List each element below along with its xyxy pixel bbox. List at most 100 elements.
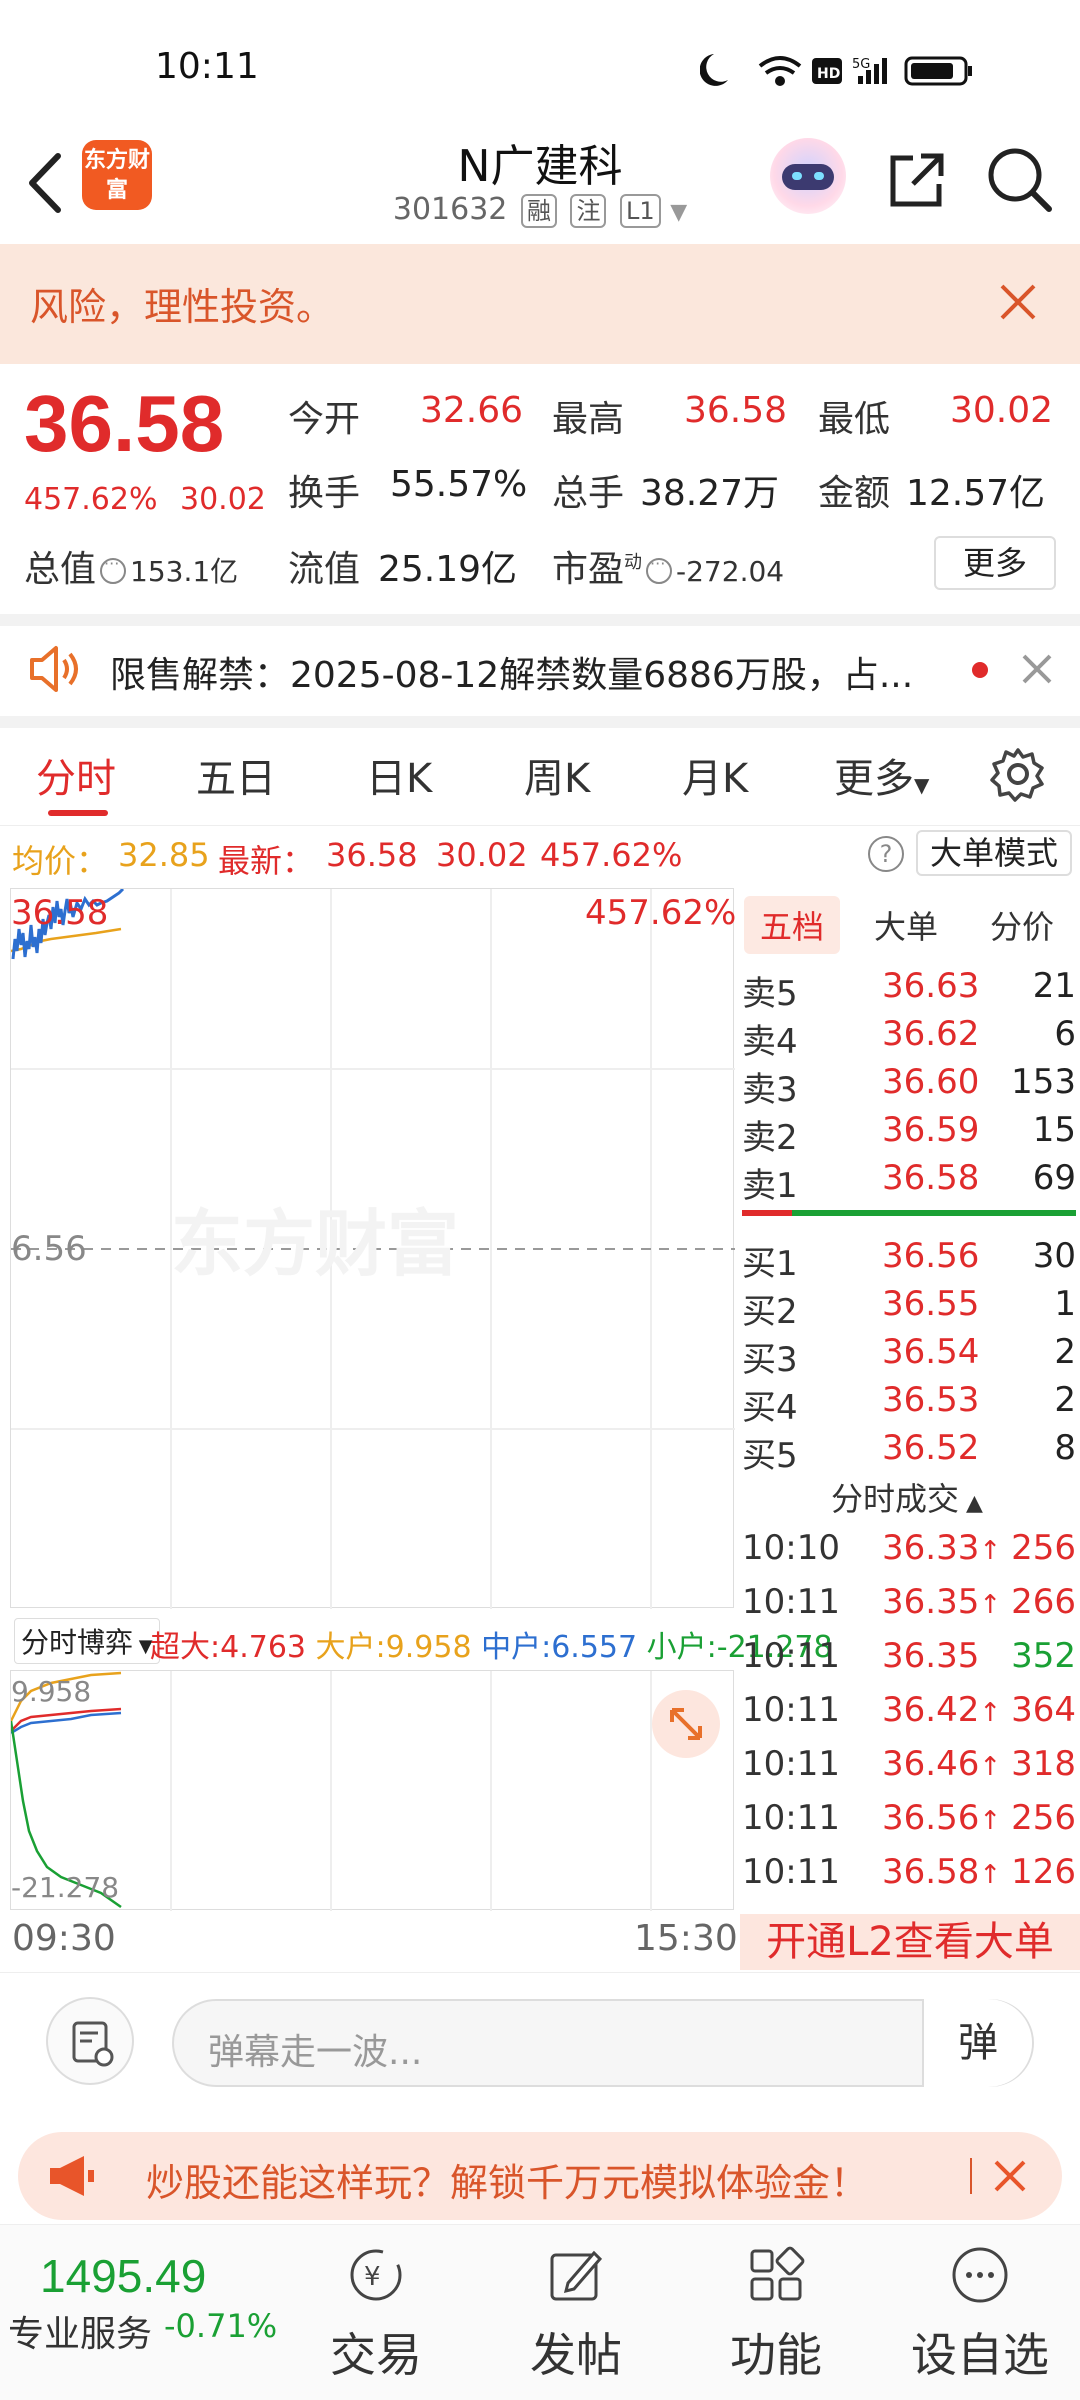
mid-value: 6.557 xyxy=(551,1630,638,1665)
svg-text:5G: 5G xyxy=(852,57,870,72)
tab-intraday[interactable]: 分时 xyxy=(36,746,116,804)
ask-price: 36.59 xyxy=(882,1110,980,1150)
tab-daily-k[interactable]: 日K xyxy=(366,746,432,804)
open-l2-button[interactable]: 开通L2查看大单 xyxy=(740,1914,1080,1970)
caret-up-icon: ▲ xyxy=(959,1491,983,1516)
promo-banner[interactable]: 炒股还能这样玩？解锁千万元模拟体验金！ xyxy=(18,2132,1062,2220)
tick-volume: 256 xyxy=(1011,1798,1076,1838)
promo-text: 炒股还能这样玩？解锁千万元模拟体验金！ xyxy=(146,2161,869,2205)
danmu-placeholder: 弹幕走一波... xyxy=(208,2032,423,2073)
help-icon[interactable]: ? xyxy=(868,836,904,872)
capital-flow-chart[interactable]: 9.958 -21.278 xyxy=(10,1670,734,1911)
danmu-settings-button[interactable] xyxy=(46,1997,134,2085)
ask-row[interactable]: 卖5 36.63 21 xyxy=(742,966,1076,1014)
share-icon[interactable] xyxy=(885,148,949,212)
tick-price: 36.35↑ xyxy=(882,1582,1001,1622)
bid-row[interactable]: 买4 36.53 2 xyxy=(742,1380,1076,1428)
gear-icon[interactable] xyxy=(990,746,1046,802)
tab-more[interactable]: 更多▼ xyxy=(834,746,929,804)
hide-eye-icon[interactable] xyxy=(646,554,673,584)
ask-volume: 153 xyxy=(1011,1062,1076,1102)
bid-price: 36.54 xyxy=(882,1332,980,1372)
super-label: 超大: xyxy=(150,1630,221,1665)
nav-post[interactable]: 发帖 xyxy=(506,2245,646,2385)
danmu-send-button[interactable]: 弹 xyxy=(922,1999,1032,2087)
ask-row[interactable]: 卖2 36.59 15 xyxy=(742,1110,1076,1158)
tab-level5[interactable]: 五档 xyxy=(744,896,841,954)
nav-trade[interactable]: ¥ 交易 xyxy=(306,2245,446,2385)
tick-time: 10:11 xyxy=(742,1852,840,1892)
tick-time: 10:11 xyxy=(742,1744,840,1784)
total-value-row: 总值 153.1亿 xyxy=(24,540,238,592)
expand-button[interactable] xyxy=(652,1690,720,1758)
bid-volume: 2 xyxy=(1054,1380,1076,1420)
tick-price-value: 36.46 xyxy=(882,1744,980,1784)
notice-text: 限售解禁：2025-08-12解禁数量6886万股，占... xyxy=(110,655,914,696)
nav-trade-label: 交易 xyxy=(330,2328,422,2382)
app-logo[interactable]: 东方财富 xyxy=(82,140,152,210)
logo-text: 东方财富 xyxy=(83,148,150,203)
tick-row: 10:11 36.58↑ 126 xyxy=(742,1852,1076,1906)
more-button[interactable]: 更多 xyxy=(934,536,1056,590)
tab-price-dist[interactable]: 分价 xyxy=(990,902,1054,948)
open-value: 32.66 xyxy=(420,390,524,431)
tick-time: 10:11 xyxy=(742,1798,840,1838)
capital-flow-header: 分时博弈 ▼ 超大:4.763 大户:9.958 中户:6.557 小户:-21… xyxy=(10,1612,833,1668)
danmu-settings-icon xyxy=(72,2021,114,2067)
trade-icon: ¥ xyxy=(350,2249,402,2301)
ticks-title: 分时成交 xyxy=(831,1480,960,1518)
back-arrow-icon[interactable] xyxy=(20,148,70,218)
tag-margin: 融 xyxy=(520,194,557,228)
time-start: 09:30 xyxy=(12,1918,116,1959)
ask-row[interactable]: 卖3 36.60 153 xyxy=(742,1062,1076,1110)
tick-volume: 364 xyxy=(1011,1690,1076,1730)
index-label[interactable]: 专业服务 xyxy=(8,2305,152,2357)
ask-label: 卖3 xyxy=(742,1070,798,1110)
close-icon[interactable] xyxy=(996,280,1040,324)
caret-down-icon: ▼ xyxy=(670,200,688,225)
total-value: 153.1亿 xyxy=(130,555,239,588)
big-order-mode-button[interactable]: 大单模式 xyxy=(916,830,1072,876)
indicator-dropdown[interactable]: 分时博弈 ▼ xyxy=(14,1618,160,1664)
intraday-chart[interactable]: 东方财富 36.58 457.62% 6.56 xyxy=(10,888,736,1609)
ticks-header[interactable]: 分时成交 ▲ xyxy=(740,1474,1074,1520)
bid-volume: 30 xyxy=(1032,1236,1076,1276)
status-icons: HD 5G xyxy=(700,54,972,86)
close-icon[interactable] xyxy=(990,2156,1030,2196)
speaker-icon xyxy=(30,646,78,692)
bid-row[interactable]: 买2 36.55 1 xyxy=(742,1284,1076,1332)
hide-eye-icon[interactable] xyxy=(100,554,127,584)
tab-big-orders[interactable]: 大单 xyxy=(874,902,938,948)
change-percent: 457.62% xyxy=(24,482,158,517)
stock-code-row[interactable]: 301632 融 注 L1 ▼ xyxy=(330,192,750,228)
ask-label: 卖1 xyxy=(742,1166,798,1206)
danmu-input[interactable]: 弹幕走一波... 弹 xyxy=(172,1999,1034,2087)
flow-lines xyxy=(11,1671,652,1911)
tick-price: 36.46↑ xyxy=(882,1744,1001,1784)
nav-add-watchlist[interactable]: 设自选 xyxy=(910,2245,1050,2385)
ask-row[interactable]: 卖4 36.62 6 xyxy=(742,1014,1076,1062)
time-end: 15:30 xyxy=(634,1918,738,1959)
edit-icon xyxy=(550,2250,603,2301)
nav-functions[interactable]: 功能 xyxy=(706,2245,846,2385)
index-value[interactable]: 1495.49 xyxy=(40,2249,206,2303)
bid-row[interactable]: 买1 36.56 30 xyxy=(742,1236,1076,1284)
ai-assistant-icon[interactable] xyxy=(770,138,846,214)
tick-price: 36.56↑ xyxy=(882,1798,1001,1838)
up-arrow-icon: ↑ xyxy=(979,1752,1002,1782)
unlock-notice[interactable]: 限售解禁：2025-08-12解禁数量6886万股，占... xyxy=(0,622,1080,718)
tab-monthly-k[interactable]: 月K xyxy=(682,746,748,804)
ask-label: 卖5 xyxy=(742,974,798,1014)
search-icon[interactable] xyxy=(985,145,1055,215)
tick-volume: 318 xyxy=(1011,1744,1076,1784)
stock-header: 东方财富 N广建科 301632 融 注 L1 ▼ xyxy=(0,120,1080,244)
ask-price: 36.58 xyxy=(882,1158,980,1198)
tab-5day[interactable]: 五日 xyxy=(196,746,276,804)
moon-icon xyxy=(700,54,728,86)
ask-row[interactable]: 卖1 36.58 69 xyxy=(742,1158,1076,1206)
close-icon[interactable] xyxy=(1020,652,1054,686)
tab-weekly-k[interactable]: 周K xyxy=(524,746,590,804)
bid-row[interactable]: 买5 36.52 8 xyxy=(742,1428,1076,1476)
risk-text: 风险，理性投资。 xyxy=(30,285,335,329)
bid-row[interactable]: 买3 36.54 2 xyxy=(742,1332,1076,1380)
